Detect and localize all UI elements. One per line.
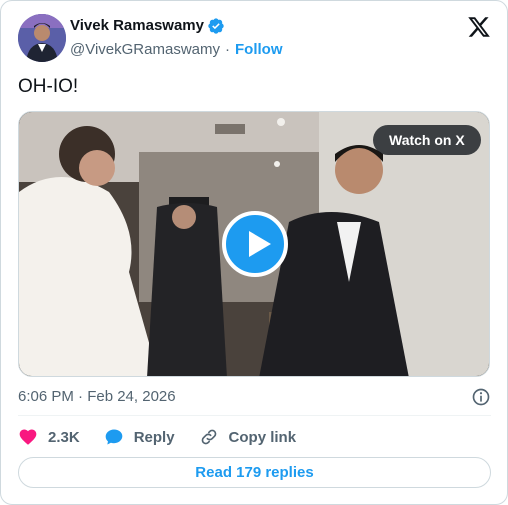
copy-link-label: Copy link: [228, 428, 297, 446]
like-button[interactable]: 2.3K: [18, 427, 80, 447]
watch-on-x-button[interactable]: Watch on X: [373, 125, 481, 155]
link-icon: [201, 429, 216, 445]
like-count: 2.3K: [48, 428, 80, 446]
tweet-text: OH-IO!: [18, 76, 79, 97]
tweet-timestamp[interactable]: 6:06 PM · Feb 24, 2026: [18, 387, 176, 407]
reply-label: Reply: [133, 428, 175, 446]
speech-bubble-icon: [105, 429, 123, 445]
heart-icon: [19, 429, 37, 445]
play-icon[interactable]: [222, 211, 288, 277]
divider: [18, 415, 491, 416]
tweet-card: Vivek Ramaswamy @VivekGRamaswamy · Follo…: [0, 0, 508, 505]
reply-button[interactable]: Reply: [104, 427, 175, 447]
separator-dot: ·: [225, 41, 230, 58]
handle-row: @VivekGRamaswamy · Follow: [70, 40, 283, 60]
action-bar: 2.3K Reply Copy link: [18, 425, 320, 449]
author-name[interactable]: Vivek Ramaswamy: [70, 16, 204, 36]
avatar[interactable]: [18, 14, 66, 62]
video-player[interactable]: Watch on X: [18, 111, 490, 377]
read-replies-button[interactable]: Read 179 replies: [18, 457, 491, 488]
verified-badge-icon: [208, 18, 224, 34]
copy-link-button[interactable]: Copy link: [199, 427, 297, 447]
author-name-row: Vivek Ramaswamy: [70, 16, 225, 36]
author-handle[interactable]: @VivekGRamaswamy: [70, 40, 220, 60]
info-icon[interactable]: [471, 387, 491, 407]
follow-button[interactable]: Follow: [235, 40, 283, 60]
x-logo-icon[interactable]: [467, 15, 491, 39]
